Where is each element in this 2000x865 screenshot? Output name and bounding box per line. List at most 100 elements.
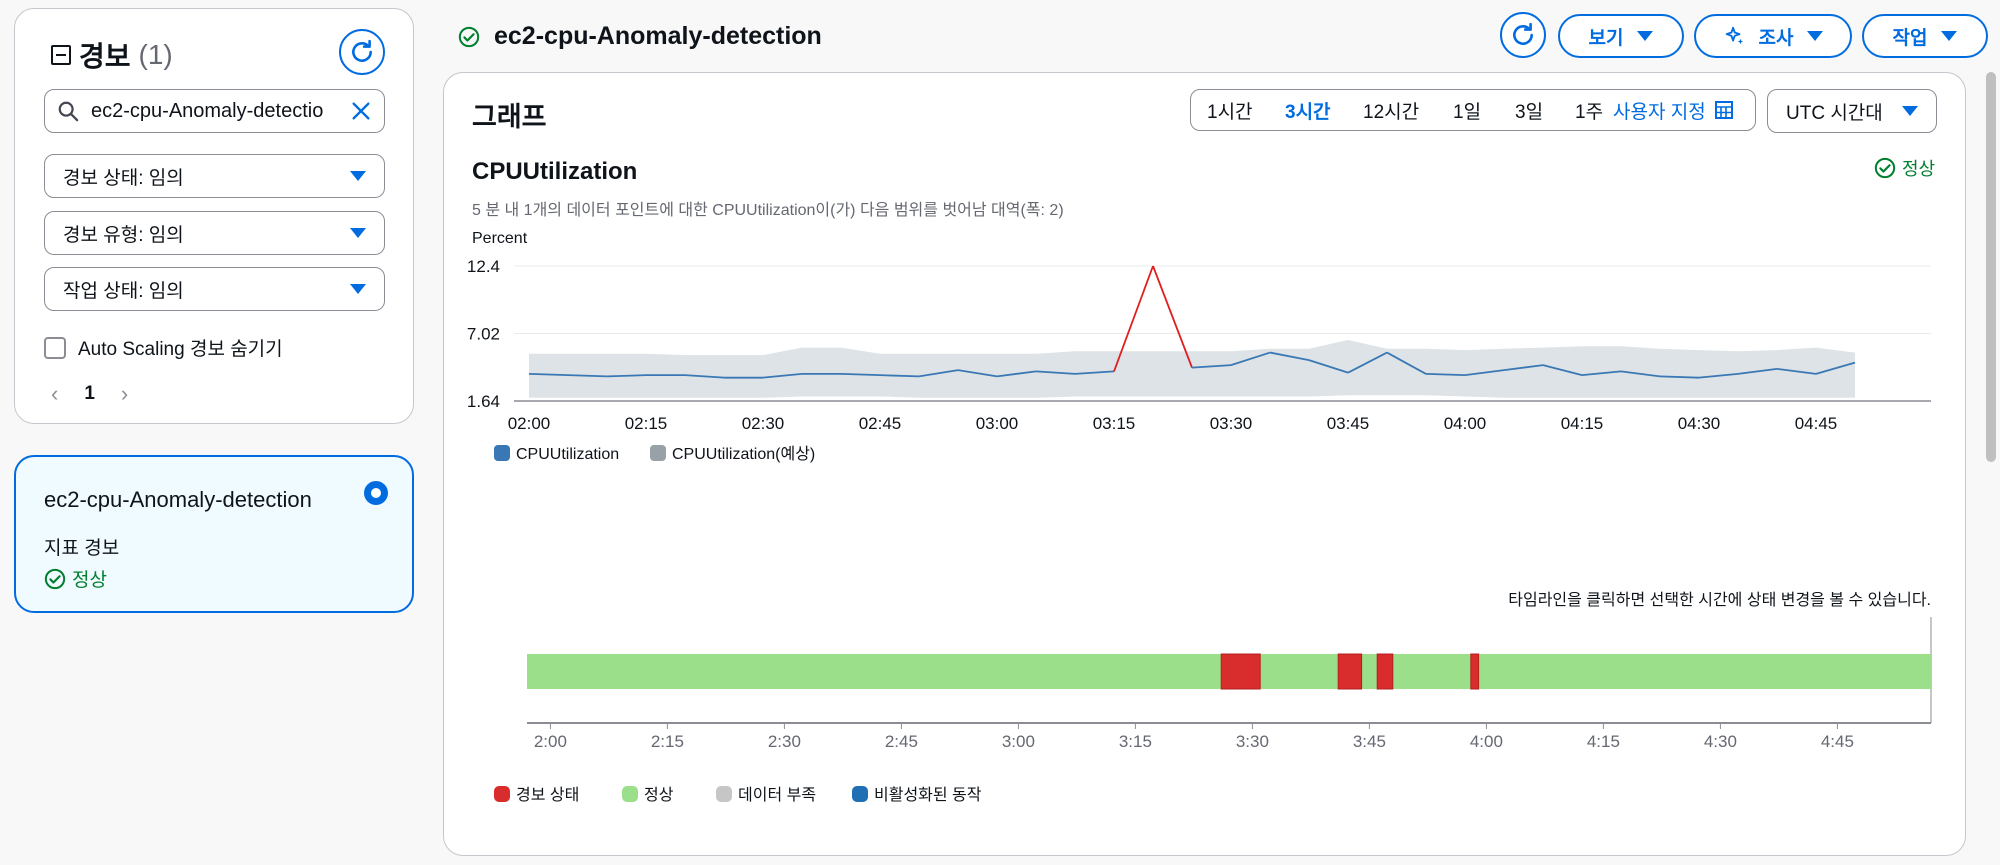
timeline-alarm-segment — [1220, 653, 1261, 690]
alarms-count: (1) — [138, 39, 173, 70]
hide-autoscaling-option: Auto Scaling 경보 숨기기 — [44, 334, 283, 361]
timeline-tick-label: 2:15 — [651, 732, 684, 751]
status-ok-icon — [458, 26, 480, 47]
series-segment — [528, 373, 569, 377]
collapse-icon[interactable] — [51, 45, 71, 65]
alarms-list-header: 경보 (1) — [51, 35, 173, 75]
alarm-search-input[interactable] — [91, 99, 350, 123]
caret-down-icon — [350, 284, 366, 294]
pagination: ‹ 1 › — [51, 381, 128, 407]
caret-down-icon — [1637, 31, 1654, 41]
y-tick-label: 12.4 — [467, 257, 500, 276]
caret-down-icon — [1941, 31, 1958, 41]
timeline-legend-label: 경보 상태 — [516, 786, 579, 804]
expected-band-area — [529, 340, 1855, 398]
refresh-icon — [1513, 22, 1533, 45]
alarm-card-status: 정상 — [44, 565, 107, 592]
action-state-filter[interactable]: 작업 상태: 임의 — [44, 267, 385, 311]
chevron-left-icon[interactable]: ‹ — [51, 381, 58, 407]
alarm-type-filter[interactable]: 경보 유형: 임의 — [44, 211, 385, 255]
x-tick-label: 03:45 — [1327, 414, 1370, 433]
refresh-alarms-button[interactable] — [339, 29, 385, 75]
timeline-tick-label: 3:15 — [1119, 732, 1152, 751]
actions-button[interactable]: 작업 — [1862, 14, 1988, 58]
x-tick-label: 02:45 — [859, 414, 902, 433]
timeline-tick-label: 2:00 — [534, 732, 567, 751]
hide-autoscaling-checkbox[interactable] — [44, 336, 66, 359]
cpu-utilization-chart: Percent 12.4 7.02 1.64 02:00 02:15 02:30 02:45 0… — [467, 230, 1932, 804]
x-tick-label: 02:00 — [508, 414, 551, 433]
timeline-tick-label: 3:30 — [1236, 732, 1269, 751]
page-title-text: ec2-cpu-Anomaly-detection — [494, 22, 822, 50]
view-button-label: 보기 — [1588, 27, 1624, 49]
series-segment — [567, 374, 608, 378]
timeline-tick-label: 3:00 — [1002, 732, 1035, 751]
series-segment — [1425, 373, 1466, 377]
x-tick-label: 02:30 — [742, 414, 785, 433]
y-tick-label: 7.02 — [467, 325, 500, 344]
series-segment — [1659, 375, 1700, 379]
alarm-card[interactable]: ec2-cpu-Anomaly-detection 지표 경보 정상 — [14, 455, 414, 613]
series-segment — [840, 373, 881, 377]
x-tick-label: 03:00 — [976, 414, 1019, 433]
caret-down-icon — [350, 171, 366, 181]
chevron-right-icon[interactable]: › — [121, 381, 128, 407]
timeline-alarm-segment — [1376, 653, 1394, 690]
clear-search-icon[interactable] — [350, 100, 372, 122]
alarm-card-name: ec2-cpu-Anomaly-detection — [44, 487, 312, 512]
timeline-alarm-segment — [1470, 653, 1480, 690]
timeline-tick-label: 2:45 — [885, 732, 918, 751]
x-tick-label: 04:45 — [1795, 414, 1838, 433]
alarm-state-filter[interactable]: 경보 상태: 임의 — [44, 154, 385, 198]
action-state-filter-label: 작업 상태: 임의 — [63, 280, 184, 302]
sparkle-icon — [1725, 26, 1743, 45]
legend-swatch-actual — [494, 445, 510, 461]
timeline-legend-label: 비활성화된 동작 — [874, 786, 982, 804]
timeline-alarm-segment — [1337, 653, 1363, 690]
x-tick-label: 03:30 — [1210, 414, 1253, 433]
alarm-state-filter-label: 경보 상태: 임의 — [63, 167, 184, 189]
caret-down-icon — [350, 228, 366, 238]
timeline-legend-swatch — [494, 786, 510, 802]
x-tick-label: 04:15 — [1561, 414, 1604, 433]
refresh-icon — [352, 39, 372, 62]
timeline-tick-label: 4:15 — [1587, 732, 1620, 751]
timeline-tick-label: 2:30 — [768, 732, 801, 751]
x-tick-label: 02:15 — [625, 414, 668, 433]
refresh-button[interactable] — [1500, 12, 1546, 58]
series-segment — [606, 374, 647, 378]
x-tick-label: 04:00 — [1444, 414, 1487, 433]
investigate-button-label: 조사 — [1758, 27, 1794, 49]
investigate-button[interactable]: 조사 — [1694, 14, 1852, 58]
legend-label-actual: CPUUtilization — [516, 446, 619, 463]
timeline-tick-label: 4:30 — [1704, 732, 1737, 751]
y-axis-label: Percent — [472, 230, 528, 247]
alarm-card-type: 지표 경보 — [44, 538, 120, 559]
status-ok-icon — [44, 568, 66, 589]
timeline-legend-label: 데이터 부족 — [738, 786, 816, 804]
hide-autoscaling-label: Auto Scaling 경보 숨기기 — [78, 339, 283, 360]
timeline-legend-label: 정상 — [644, 786, 674, 804]
legend-label-expected: CPUUtilization(예상) — [672, 445, 815, 463]
timeline-legend-swatch — [852, 786, 868, 802]
alarms-list-panel: 경보 (1) 경보 상태: 임의 경보 유형: 임의 작업 상태: 임의 Aut… — [14, 8, 414, 424]
y-tick-label: 1.64 — [467, 392, 500, 411]
x-tick-label: 04:30 — [1678, 414, 1721, 433]
timeline-tick-label: 4:00 — [1470, 732, 1503, 751]
page-scrollbar[interactable] — [1986, 72, 1996, 462]
view-button[interactable]: 보기 — [1558, 14, 1684, 58]
legend-swatch-expected — [650, 445, 666, 461]
actions-button-label: 작업 — [1892, 27, 1928, 49]
timeline-legend-swatch — [716, 786, 732, 802]
x-tick-label: 03:15 — [1093, 414, 1136, 433]
cloudwatch-alarms-page: 경보 (1) 경보 상태: 임의 경보 유형: 임의 작업 상태: 임의 Aut… — [0, 0, 2000, 865]
timeline-tick-label: 3:45 — [1353, 732, 1386, 751]
series-segment — [879, 374, 920, 378]
page-title: ec2-cpu-Anomaly-detection — [458, 22, 822, 51]
graph-panel: 그래프 1시간 3시간 12시간 1일 3일 1주 사용자 지정 UTC 시간대… — [443, 72, 1966, 856]
current-page[interactable]: 1 — [84, 383, 95, 405]
caret-down-icon — [1807, 31, 1824, 41]
alarm-search-field[interactable] — [44, 89, 385, 133]
alarm-select-radio[interactable] — [364, 481, 388, 505]
timeline-hint: 타임라인을 클릭하면 선택한 시간에 상태 변경을 볼 수 있습니다. — [1508, 591, 1931, 609]
